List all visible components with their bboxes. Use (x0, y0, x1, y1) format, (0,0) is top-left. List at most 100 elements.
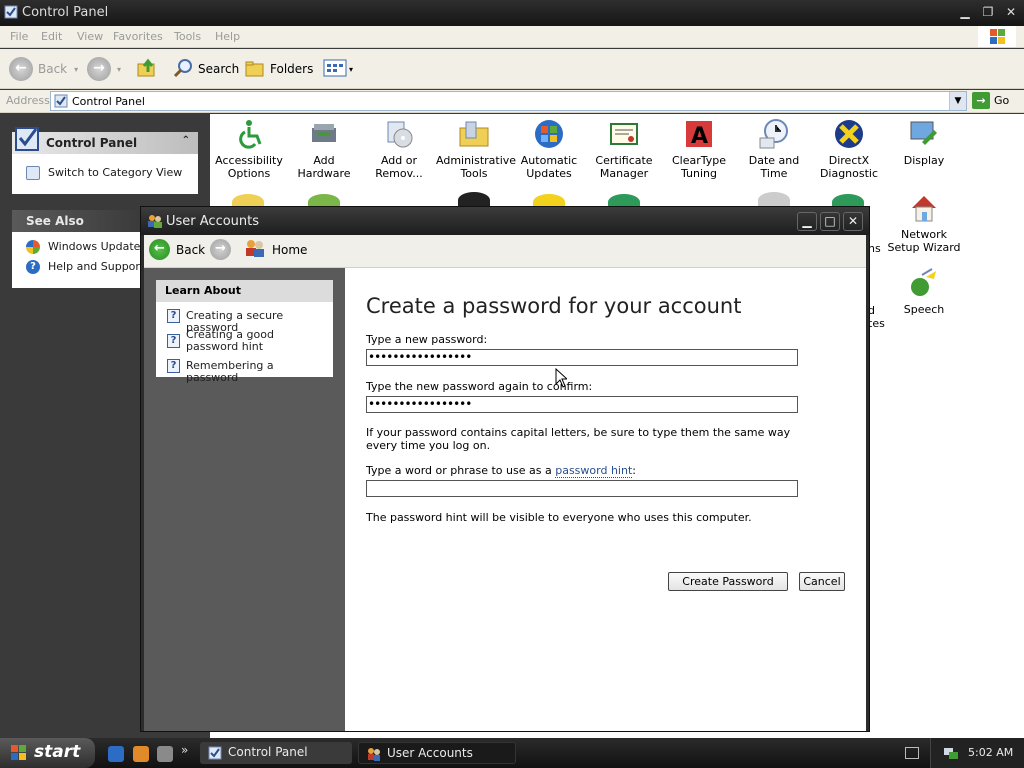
password-hint-input[interactable] (366, 480, 798, 497)
menu-help[interactable]: Help (215, 30, 240, 43)
windows-logo-icon (978, 26, 1016, 47)
control-panel-window-icon (4, 5, 18, 19)
ua-home-button[interactable]: Home (244, 239, 307, 260)
taskbar: start » Control Panel User Accounts 5:02… (0, 738, 1024, 768)
taskbar-user-accounts[interactable]: User Accounts (358, 742, 516, 764)
directx-diagnostic-item[interactable]: DirectX Diagnostic (811, 118, 887, 180)
cleartype-tuning-item[interactable]: A ClearType Tuning (661, 118, 737, 180)
back-button[interactable]: ← Back ▾ (9, 55, 78, 83)
cancel-button[interactable]: Cancel (799, 572, 845, 591)
automatic-updates-icon (533, 118, 565, 150)
clock[interactable]: 5:02 AM (968, 746, 1013, 759)
ua-forward-button[interactable]: → (210, 239, 231, 260)
learn-link-good-password-hint[interactable]: Creating a good password hint (186, 329, 326, 353)
learn-about-header: Learn About (156, 280, 333, 302)
start-button[interactable]: start (0, 738, 95, 768)
media-player-quicklaunch-icon[interactable] (133, 746, 149, 762)
restore-button[interactable]: ❐ (978, 4, 998, 22)
partial-label-d-tes: d tes (868, 304, 885, 330)
display-item[interactable]: Display (886, 118, 962, 167)
movie-maker-quicklaunch-icon[interactable] (157, 746, 173, 762)
add-hardware-icon (308, 118, 340, 150)
address-input[interactable]: Control Panel ▼ (50, 91, 967, 111)
folders-icon (244, 57, 266, 82)
date-and-time-item[interactable]: Date and Time (736, 118, 812, 180)
network-tray-icon[interactable] (943, 745, 959, 764)
help-topic-icon: ? (167, 359, 180, 373)
mouse-cursor-icon (555, 367, 569, 391)
accessibility-options-item[interactable]: Accessibility Options (211, 118, 287, 180)
user-accounts-title: User Accounts (166, 214, 260, 229)
menu-favorites[interactable]: Favorites (113, 30, 163, 43)
automatic-updates-item[interactable]: Automatic Updates (511, 118, 587, 180)
ua-minimize-button[interactable]: ▁ (797, 212, 817, 231)
forward-button[interactable]: → ▾ (87, 55, 121, 83)
collapse-chevron-icon[interactable]: ⌃ (182, 135, 190, 146)
window-title: Control Panel (22, 5, 109, 20)
internet-explorer-quicklaunch-icon[interactable] (108, 746, 124, 762)
up-folder-button[interactable] (136, 55, 158, 83)
new-password-label: Type a new password: (366, 333, 488, 346)
add-hardware-item[interactable]: Add Hardware (286, 118, 362, 180)
forward-dropdown-icon[interactable]: ▾ (117, 65, 121, 74)
speech-icon (908, 267, 940, 299)
help-topic-icon: ? (167, 334, 180, 348)
menu-file[interactable]: File (10, 30, 28, 43)
ua-maximize-button[interactable]: □ (820, 212, 840, 231)
minimize-button[interactable]: ▁ (955, 4, 975, 22)
learn-link-remembering-password[interactable]: Remembering a password (186, 360, 326, 384)
password-hint-link[interactable]: password hint (555, 464, 633, 478)
views-dropdown-icon: ▾ (349, 64, 354, 74)
create-password-button[interactable]: Create Password (668, 572, 788, 591)
up-folder-icon (136, 57, 158, 82)
display-icon (908, 118, 940, 150)
menu-edit[interactable]: Edit (41, 30, 62, 43)
views-button[interactable]: ▾ (323, 55, 353, 83)
control-panel-task-header[interactable]: Control Panel ⌃ (12, 127, 198, 154)
create-password-panel: Create a password for your account Type … (345, 268, 866, 731)
taskbar-control-panel[interactable]: Control Panel (200, 742, 352, 764)
views-icon (323, 58, 347, 81)
system-tray: 5:02 AM (930, 738, 1024, 768)
close-button[interactable]: ✕ (1001, 4, 1021, 22)
address-dropdown-icon[interactable]: ▼ (949, 92, 966, 110)
ua-back-arrow-icon: ← (149, 239, 170, 260)
network-setup-wizard-item[interactable]: Network Setup Wizard (886, 192, 962, 254)
administrative-tools-icon (458, 118, 490, 150)
quicklaunch-more-icon[interactable]: » (181, 743, 188, 757)
certificate-manager-item[interactable]: Certificate Manager (586, 118, 662, 180)
control-panel-task-box: Control Panel ⌃ Switch to Category View (12, 127, 198, 194)
folders-button[interactable]: Folders (244, 55, 313, 83)
confirm-password-input[interactable]: ••••••••••••••••• (366, 396, 798, 413)
switch-to-category-view-link[interactable]: Switch to Category View (12, 162, 198, 182)
search-button[interactable]: Search (172, 55, 239, 83)
administrative-tools-item[interactable]: Administrative Tools (436, 118, 516, 180)
add-or-remove-programs-item[interactable]: Add or Remov... (361, 118, 437, 180)
back-arrow-icon: ← (9, 57, 33, 81)
svg-text:A: A (691, 124, 708, 149)
menu-view[interactable]: View (77, 30, 103, 43)
password-hint-label: Type a word or phrase to use as a passwo… (366, 464, 636, 478)
menu-bar: File Edit View Favorites Tools Help (0, 26, 1024, 48)
toolbar: ← Back ▾ → ▾ Search Folders ▾ (0, 49, 1024, 89)
directx-icon (833, 118, 865, 150)
speech-item[interactable]: Speech (886, 267, 962, 316)
control-panel-large-icon (14, 124, 42, 155)
new-password-input[interactable]: ••••••••••••••••• (366, 349, 798, 366)
address-bar: Address Control Panel ▼ → Go (0, 90, 1024, 113)
menu-tools[interactable]: Tools (174, 30, 201, 43)
certificate-icon (608, 118, 640, 150)
go-button[interactable]: → Go (972, 92, 1009, 109)
go-arrow-icon: → (972, 92, 990, 109)
capital-letters-note: If your password contains capital letter… (366, 426, 791, 452)
help-icon: ? (26, 260, 40, 274)
accessibility-icon (233, 118, 265, 150)
back-dropdown-icon[interactable]: ▾ (74, 65, 78, 74)
ua-close-button[interactable]: ✕ (843, 212, 863, 231)
user-accounts-titlebar: User Accounts ▁ □ ✕ (141, 207, 869, 235)
help-topic-icon: ? (167, 309, 180, 323)
add-remove-programs-icon (383, 118, 415, 150)
ua-back-button[interactable]: ← Back (149, 239, 205, 260)
windows-update-icon (26, 240, 40, 254)
keyboard-tray-icon[interactable] (905, 747, 919, 759)
